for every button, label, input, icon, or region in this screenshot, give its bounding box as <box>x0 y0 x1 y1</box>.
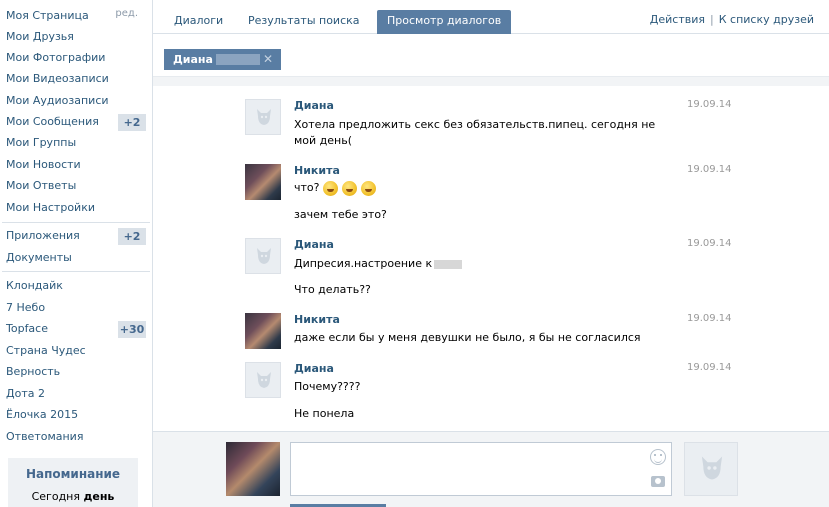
message-text: мой день( <box>294 134 353 147</box>
default-avatar-icon <box>257 109 271 125</box>
chip-name: Диана <box>173 53 213 66</box>
reminder-text-bold: день <box>83 490 115 503</box>
message-text: Хотела предложить секс без обязательств.… <box>294 118 656 131</box>
tab-view-dialogs[interactable]: Просмотр диалогов <box>377 10 512 34</box>
message-item: Диана 19.09.14 Хотела предложить секс бе… <box>245 99 735 159</box>
tab-search-results[interactable]: Результаты поиска <box>238 10 370 34</box>
sidebar-item-apps[interactable]: Приложения <box>6 226 80 246</box>
sidebar-item-audios[interactable]: Мои Аудиозаписи <box>6 91 109 111</box>
sidebar-item-app-wonderland[interactable]: Страна Чудес <box>6 341 86 361</box>
sidebar-item-news[interactable]: Мои Новости <box>6 155 81 175</box>
actions-links: Действия | К списку друзей <box>650 13 814 26</box>
redacted-word <box>434 259 463 269</box>
peer-avatar[interactable] <box>684 442 738 496</box>
main-area: Диалоги Результаты поиска Просмотр диало… <box>152 0 829 507</box>
default-avatar-icon <box>701 456 723 480</box>
sidebar-item-photos[interactable]: Мои Фотографии <box>6 48 105 68</box>
message-text: Не понела <box>294 407 355 420</box>
message-text: Дипресия.настроение к <box>294 256 674 272</box>
message-text: Что делать?? <box>294 283 371 296</box>
laughing-emoji-icon <box>361 180 377 196</box>
message-text: что? <box>294 180 674 196</box>
messages-count-badge[interactable]: +2 <box>118 114 146 131</box>
sidebar-item-app-klondike[interactable]: Клондайк <box>6 276 63 296</box>
sidebar-divider <box>2 271 150 272</box>
message-composer <box>153 431 829 507</box>
conversation-chip[interactable]: Диана ✕ <box>164 49 281 70</box>
avatar[interactable] <box>245 313 281 349</box>
friends-list-link[interactable]: К списку друзей <box>719 13 814 26</box>
message-author[interactable]: Диана <box>294 362 334 375</box>
message-item: Никита 19.09.14 даже если бы у меня деву… <box>245 313 735 353</box>
sidebar-item-app-yolochka[interactable]: Ёлочка 2015 <box>6 405 78 425</box>
reminder-title: Напоминание <box>25 467 121 481</box>
message-date: 19.09.14 <box>687 362 732 373</box>
default-avatar-icon <box>257 372 271 388</box>
message-text-line: Дипресия.настроение к <box>294 257 433 270</box>
message-item: Никита 19.09.14 что? зачем тебе это? <box>245 164 735 226</box>
chip-bar-divider <box>153 76 829 86</box>
message-date: 19.09.14 <box>687 164 732 175</box>
actions-link[interactable]: Действия <box>650 13 705 26</box>
message-text: Почему???? <box>294 380 361 393</box>
sidebar-item-my-page[interactable]: Моя Страница <box>6 6 89 26</box>
message-item: Диана 19.09.14 Дипресия.настроение к Что… <box>245 238 735 300</box>
sidebar-item-answers[interactable]: Мои Ответы <box>6 176 76 196</box>
message-author[interactable]: Диана <box>294 99 334 112</box>
sidebar-item-settings[interactable]: Мои Настройки <box>6 198 95 218</box>
camera-icon[interactable] <box>651 476 665 487</box>
message-author[interactable]: Никита <box>294 164 340 177</box>
message-history: Диана 19.09.14 Хотела предложить секс бе… <box>153 87 829 431</box>
message-date: 19.09.14 <box>687 313 732 324</box>
reminder-box: Напоминание Сегодня день <box>8 458 138 507</box>
message-input[interactable] <box>290 442 672 496</box>
sidebar-item-app-7nebo[interactable]: 7 Небо <box>6 298 45 318</box>
sidebar-item-app-dota2[interactable]: Дота 2 <box>6 384 45 404</box>
message-date: 19.09.14 <box>687 238 732 249</box>
redacted-surname <box>216 54 260 65</box>
laughing-emoji-icon <box>342 180 358 196</box>
tab-dialogs[interactable]: Диалоги <box>164 10 233 34</box>
message-item: Диана 19.09.14 Почему???? Не понела <box>245 362 735 422</box>
avatar[interactable] <box>245 362 281 398</box>
sidebar-item-friends[interactable]: Мои Друзья <box>6 27 74 47</box>
message-text: даже если бы у меня девушки не было, я б… <box>294 331 641 344</box>
sidebar-item-videos[interactable]: Мои Видеозаписи <box>6 69 109 89</box>
actions-separator: | <box>710 13 714 26</box>
sidebar-item-app-fidelity[interactable]: Верность <box>6 362 60 382</box>
message-text: зачем тебе это? <box>294 208 387 221</box>
message-author[interactable]: Диана <box>294 238 334 251</box>
message-date: 19.09.14 <box>687 99 732 110</box>
my-avatar[interactable] <box>226 442 280 496</box>
sidebar: ред. Моя Страница Мои Друзья Мои Фотогра… <box>0 0 152 507</box>
tab-bar: Диалоги Результаты поиска Просмотр диало… <box>153 0 829 34</box>
sidebar-divider <box>2 222 150 223</box>
avatar[interactable] <box>245 164 281 200</box>
topface-count-badge[interactable]: +30 <box>118 321 146 338</box>
sidebar-item-app-topface[interactable]: Topface <box>6 319 48 339</box>
edit-profile-link[interactable]: ред. <box>115 8 138 19</box>
sidebar-item-documents[interactable]: Документы <box>6 248 72 268</box>
avatar[interactable] <box>245 238 281 274</box>
message-author[interactable]: Никита <box>294 313 340 326</box>
sidebar-item-groups[interactable]: Мои Группы <box>6 133 76 153</box>
reminder-text: Сегодня день <box>8 490 138 503</box>
close-icon[interactable]: ✕ <box>263 49 273 70</box>
sidebar-item-messages[interactable]: Мои Сообщения <box>6 112 99 132</box>
reminder-text-prefix: Сегодня <box>31 490 84 503</box>
laughing-emoji-icon <box>323 180 339 196</box>
smile-icon[interactable] <box>650 449 666 465</box>
apps-count-badge[interactable]: +2 <box>118 228 146 245</box>
sidebar-item-app-otvetomania[interactable]: Ответомания <box>6 427 83 447</box>
message-text-line: что? <box>294 181 320 194</box>
avatar[interactable] <box>245 99 281 135</box>
default-avatar-icon <box>257 248 271 264</box>
